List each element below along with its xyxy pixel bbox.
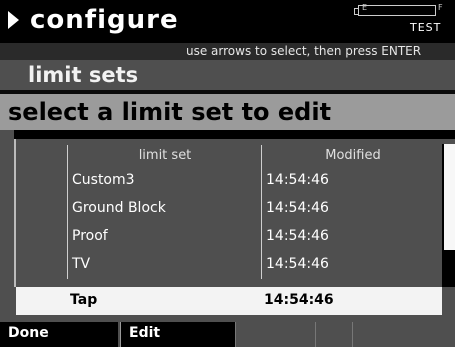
play-arrow-icon <box>8 11 19 29</box>
limit-set-name: TV <box>72 256 91 272</box>
limit-set-table: limit set Modified Custom3 14:54:46 Grou… <box>14 139 444 287</box>
battery-icon: E F <box>354 3 443 16</box>
table-row[interactable]: Proof 14:54:46 <box>16 223 444 251</box>
prompt-band: select a limit set to edit <box>0 94 455 130</box>
prompt-heading: select a limit set to edit <box>8 98 332 126</box>
modified-time: 14:54:46 <box>266 228 329 244</box>
header-cell-limit-set: limit set <box>68 145 262 167</box>
divider <box>14 130 455 139</box>
softkey-5[interactable] <box>352 322 455 347</box>
column-header-modified: Modified <box>325 148 381 163</box>
limit-set-name: Ground Block <box>72 200 166 216</box>
softkey-3[interactable] <box>235 322 315 347</box>
title-bar: configure E F TEST <box>0 0 455 43</box>
column-header-limit-set: limit set <box>138 148 192 163</box>
table-row[interactable]: Custom3 14:54:46 <box>16 167 444 195</box>
section-title: limit sets <box>28 63 139 87</box>
battery-full-label: F <box>438 3 443 12</box>
header-cell-modified: Modified <box>262 145 444 167</box>
instructions-bar: use arrows to select, then press ENTER <box>0 43 455 60</box>
instructions-text: use arrows to select, then press ENTER <box>186 44 422 58</box>
status-label: TEST <box>410 21 442 34</box>
limit-set-name: Custom3 <box>72 172 135 188</box>
table-header-row: limit set Modified <box>16 145 444 167</box>
modified-time: 14:54:46 <box>266 256 329 272</box>
scrollbar[interactable] <box>442 144 455 287</box>
battery-empty-label: E <box>362 3 368 12</box>
table-row[interactable]: Ground Block 14:54:46 <box>16 195 444 223</box>
softkey-4[interactable] <box>315 322 352 347</box>
modified-time: 14:54:46 <box>266 200 329 216</box>
modified-time: 14:54:46 <box>264 292 334 308</box>
modified-time: 14:54:46 <box>266 172 329 188</box>
done-button[interactable]: Done <box>0 322 118 347</box>
scrollbar-thumb[interactable] <box>444 144 455 250</box>
section-header: limit sets <box>0 60 455 90</box>
screen-title: configure <box>30 5 179 35</box>
table-row[interactable]: TV 14:54:46 <box>16 251 444 279</box>
limit-set-name: Proof <box>72 228 108 244</box>
softkey-bar: Done Edit <box>0 322 455 347</box>
header-cell-blank <box>16 145 68 167</box>
edit-button[interactable]: Edit <box>120 322 235 347</box>
limit-set-name: Tap <box>70 292 98 308</box>
table-row-selected[interactable]: Tap 14:54:46 <box>16 287 442 315</box>
